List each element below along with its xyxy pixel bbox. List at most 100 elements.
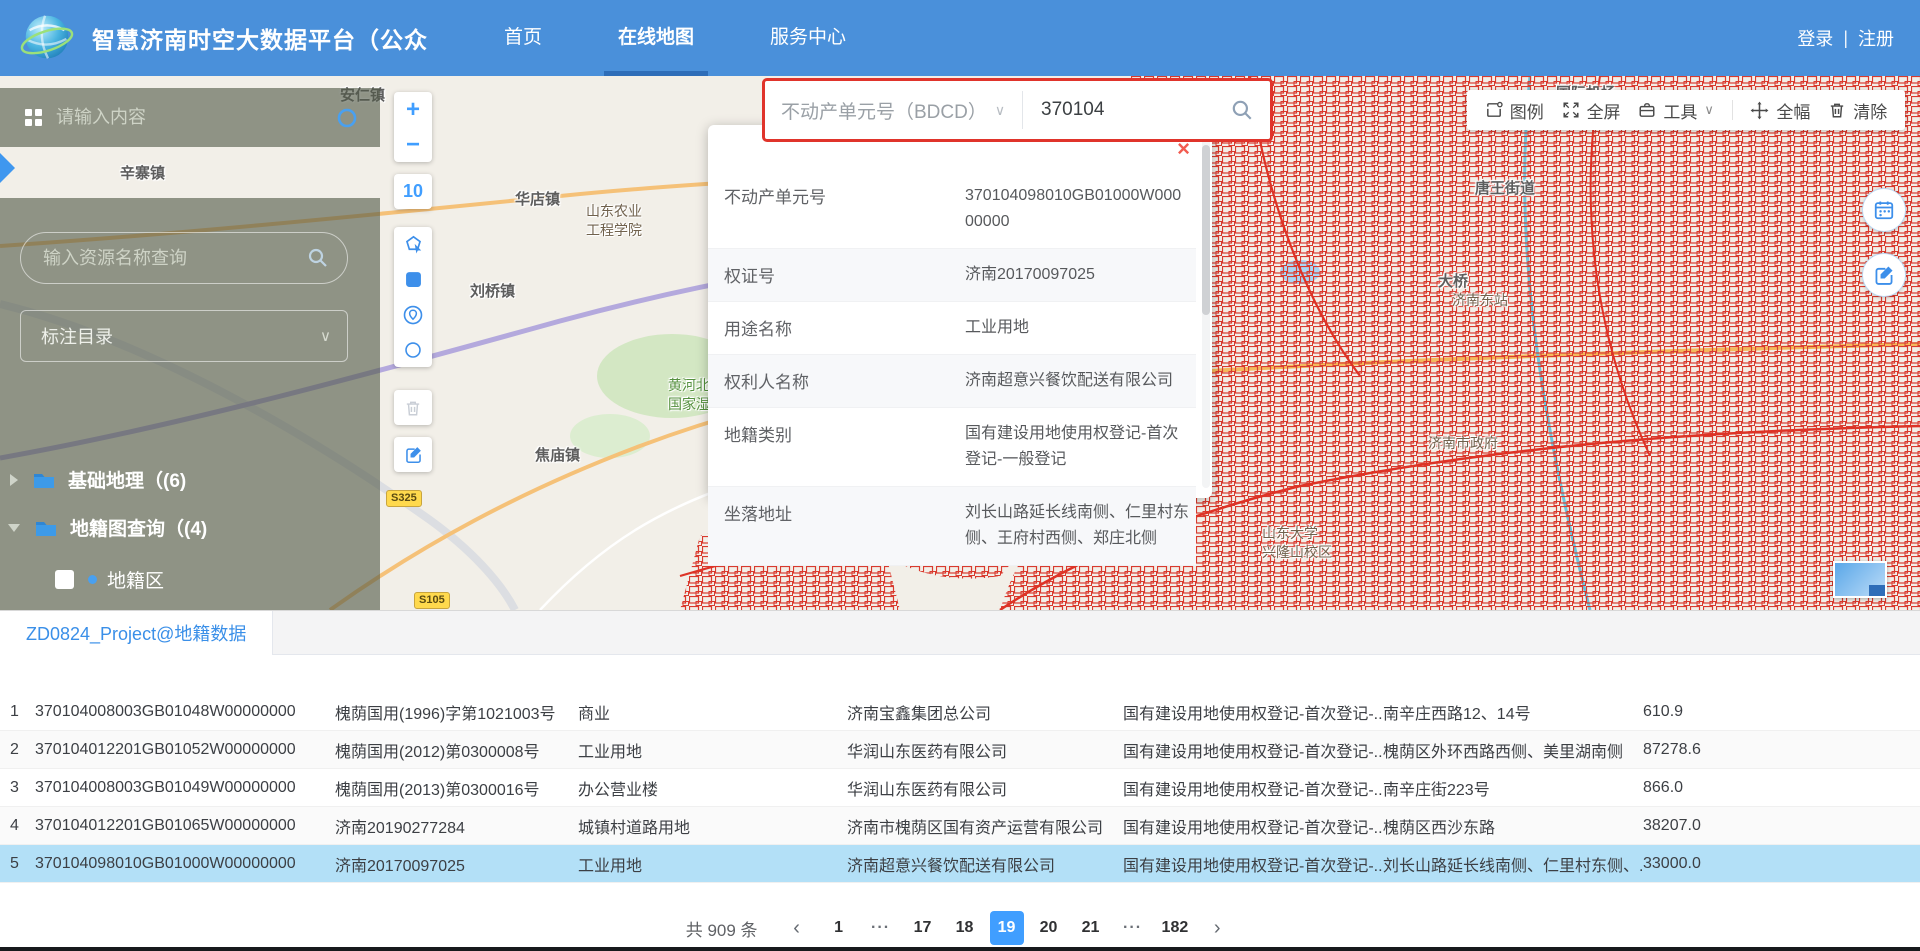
clear-button[interactable]: 清除 (1828, 98, 1887, 123)
cell-bdcd: 370104012201GB01065W00000000 (35, 817, 335, 835)
full-extent-button[interactable]: 全幅 (1750, 98, 1810, 123)
quick-search-input[interactable] (56, 107, 322, 128)
login-link[interactable]: 登录 (1797, 25, 1833, 51)
circle-select-tool[interactable] (394, 332, 432, 367)
legend-button[interactable]: 图例 (1485, 98, 1544, 123)
circle-icon (404, 341, 422, 359)
popup-scrollbar (1202, 133, 1210, 488)
layer-checkbox[interactable] (55, 570, 74, 589)
cell-area: 38207.0 (1643, 817, 1920, 835)
catalog-select[interactable]: 标注目录 ∨ (20, 310, 348, 362)
bdcd-search-bar: 不动产单元号（BDCD） ∨ (762, 78, 1273, 142)
auth-links: 登录 | 注册 (1797, 0, 1894, 76)
search-icon[interactable] (307, 247, 329, 269)
fullscreen-button[interactable]: 全屏 (1562, 98, 1621, 123)
cell-use: 城镇村道路用地 (578, 814, 847, 838)
clear-draw-tool[interactable] (394, 390, 432, 425)
cell-registration: 国有建设用地使用权登记-首次登记-... (1123, 776, 1383, 800)
toolbox-icon (1638, 101, 1656, 119)
register-link[interactable]: 注册 (1858, 25, 1894, 51)
app-title: 智慧济南时空大数据平台（公众 (92, 21, 428, 55)
cell-owner: 济南市槐荫区国有资产运营有限公司 (847, 814, 1123, 838)
toolbar-label: 工具 (1663, 98, 1697, 123)
popup-row: 权证号 济南20170097025 (708, 249, 1196, 302)
popup-row: 用途名称 工业用地 (708, 302, 1196, 355)
table-row[interactable]: 3 370104008003GB01049W00000000 槐荫国用(2013… (0, 769, 1920, 807)
search-field-select[interactable]: 不动产单元号（BDCD） ∨ (765, 97, 1020, 124)
table-row[interactable]: 1 370104008003GB01048W00000000 槐荫国用(1996… (0, 693, 1920, 731)
edit-pencil-icon (1873, 264, 1895, 286)
tab-cadastral-data[interactable]: ZD0824_Project@地籍数据 (0, 611, 273, 655)
search-icon[interactable] (336, 107, 358, 129)
annotate-tool[interactable] (394, 437, 432, 472)
swipe-compare-button[interactable] (1862, 188, 1906, 232)
page-button[interactable]: 21 (1074, 911, 1108, 945)
apps-grid-icon[interactable] (25, 109, 42, 126)
prev-page-button[interactable]: ‹ (780, 911, 814, 945)
toolbar-divider (1732, 100, 1733, 120)
page-button-active[interactable]: 19 (990, 911, 1024, 945)
nav-item-online-map[interactable]: 在线地图 (604, 0, 708, 76)
cell-area: 87278.6 (1643, 741, 1920, 759)
zoom-in-button[interactable]: + (394, 92, 432, 127)
edit-pencil-icon (404, 445, 423, 464)
table-row[interactable]: 4 370104012201GB01065W00000000 济南2019027… (0, 807, 1920, 845)
map-label: 济南东站 (1452, 291, 1508, 310)
trash-icon (1828, 101, 1846, 119)
point-select-tool[interactable] (394, 297, 432, 332)
cell-owner: 济南超意兴餐饮配送有限公司 (847, 852, 1123, 876)
rectangle-select-tool[interactable] (394, 262, 432, 297)
overview-map-toggle[interactable] (1833, 561, 1887, 598)
panel-expand-arrow[interactable] (0, 153, 15, 183)
map-canvas[interactable]: 安仁镇辛寨镇华店镇山东农业 工程学院刘桥镇焦庙镇黄河北展区 国家湿地公园唐王街道… (0, 76, 1920, 610)
draw-tools (394, 227, 432, 367)
search-value-input[interactable] (1041, 99, 1214, 121)
nav-item-service-center[interactable]: 服务中心 (756, 0, 860, 76)
page-button[interactable]: 18 (948, 911, 982, 945)
main-nav: 首页 在线地图 服务中心 (466, 0, 884, 76)
resource-search-input[interactable] (43, 248, 307, 269)
results-tab-row: ZD0824_Project@地籍数据 (0, 611, 1920, 655)
close-icon[interactable]: × (1177, 139, 1190, 159)
table-row[interactable]: 2 370104012201GB01052W00000000 槐荫国用(2012… (0, 731, 1920, 769)
search-icon[interactable] (1230, 98, 1254, 122)
map-toolbar: 图例 全屏 工具 ∨ 全幅 (1467, 90, 1905, 130)
tree-node-cadastral-query[interactable]: 地籍图查询（(4) (8, 514, 207, 541)
next-page-button[interactable]: › (1200, 911, 1234, 945)
filled-square-icon (405, 271, 422, 288)
table-row-selected[interactable]: 5 370104098010GB01000W00000000 济南2017009… (0, 845, 1920, 883)
map-label: 大桥 (1438, 272, 1468, 291)
cell-bdcd: 370104008003GB01048W00000000 (35, 703, 335, 721)
folder-icon (32, 470, 56, 490)
page-button[interactable]: 17 (906, 911, 940, 945)
page-button[interactable]: 182 (1158, 911, 1193, 945)
layer-label: 地籍区 (107, 566, 164, 593)
page-button[interactable]: 20 (1032, 911, 1066, 945)
field-label: 不动产单元号 (708, 170, 965, 248)
cell-address: 南辛庄街223号 (1383, 776, 1643, 800)
trash-icon (404, 399, 422, 417)
folder-icon (34, 518, 58, 538)
ellipsis-next[interactable]: ··· (1116, 911, 1150, 945)
layer-item-cadastral-district[interactable]: 地籍区 (55, 566, 164, 593)
top-navbar: 智慧济南时空大数据平台（公众 首页 在线地图 服务中心 登录 | 注册 (0, 0, 1920, 76)
scrollbar-thumb[interactable] (1202, 145, 1210, 315)
cell-index: 4 (0, 817, 35, 835)
expand-down-icon[interactable] (8, 524, 20, 532)
nav-item-home[interactable]: 首页 (490, 0, 556, 76)
field-label: 权证号 (708, 249, 965, 301)
resource-search-box (20, 232, 348, 284)
expand-right-icon[interactable] (10, 474, 18, 486)
divider (1022, 91, 1023, 129)
results-panel: ZD0824_Project@地籍数据 1 370104008003GB0104… (0, 610, 1920, 951)
tools-dropdown-button[interactable]: 工具 ∨ (1638, 98, 1714, 123)
tree-node-basic-geography[interactable]: 基础地理（(6) (10, 466, 186, 493)
toolbar-label: 清除 (1853, 98, 1887, 123)
select-polygon-tool[interactable] (394, 227, 432, 262)
ellipsis-prev[interactable]: ··· (864, 911, 898, 945)
zoom-out-button[interactable]: − (394, 127, 432, 162)
map-label: 济南市政府 (1428, 434, 1498, 453)
sketch-button[interactable] (1862, 253, 1906, 297)
cell-use: 商业 (578, 700, 847, 724)
page-button[interactable]: 1 (822, 911, 856, 945)
